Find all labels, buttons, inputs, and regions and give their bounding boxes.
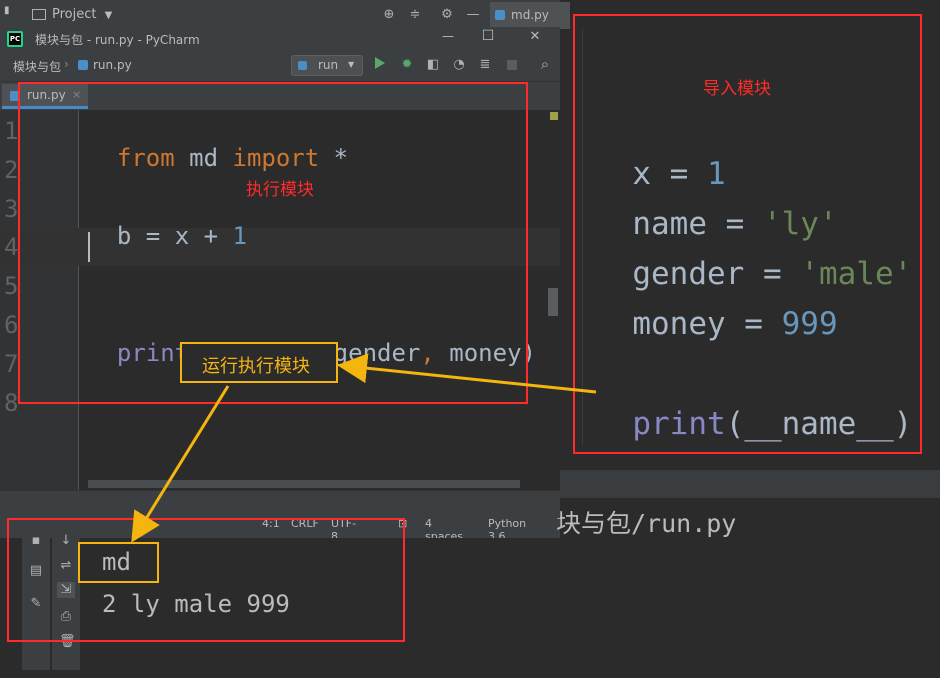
arrow-label-to-console — [131, 385, 230, 543]
arrow-md-to-label — [337, 353, 597, 394]
annotation-arrows — [131, 353, 597, 543]
